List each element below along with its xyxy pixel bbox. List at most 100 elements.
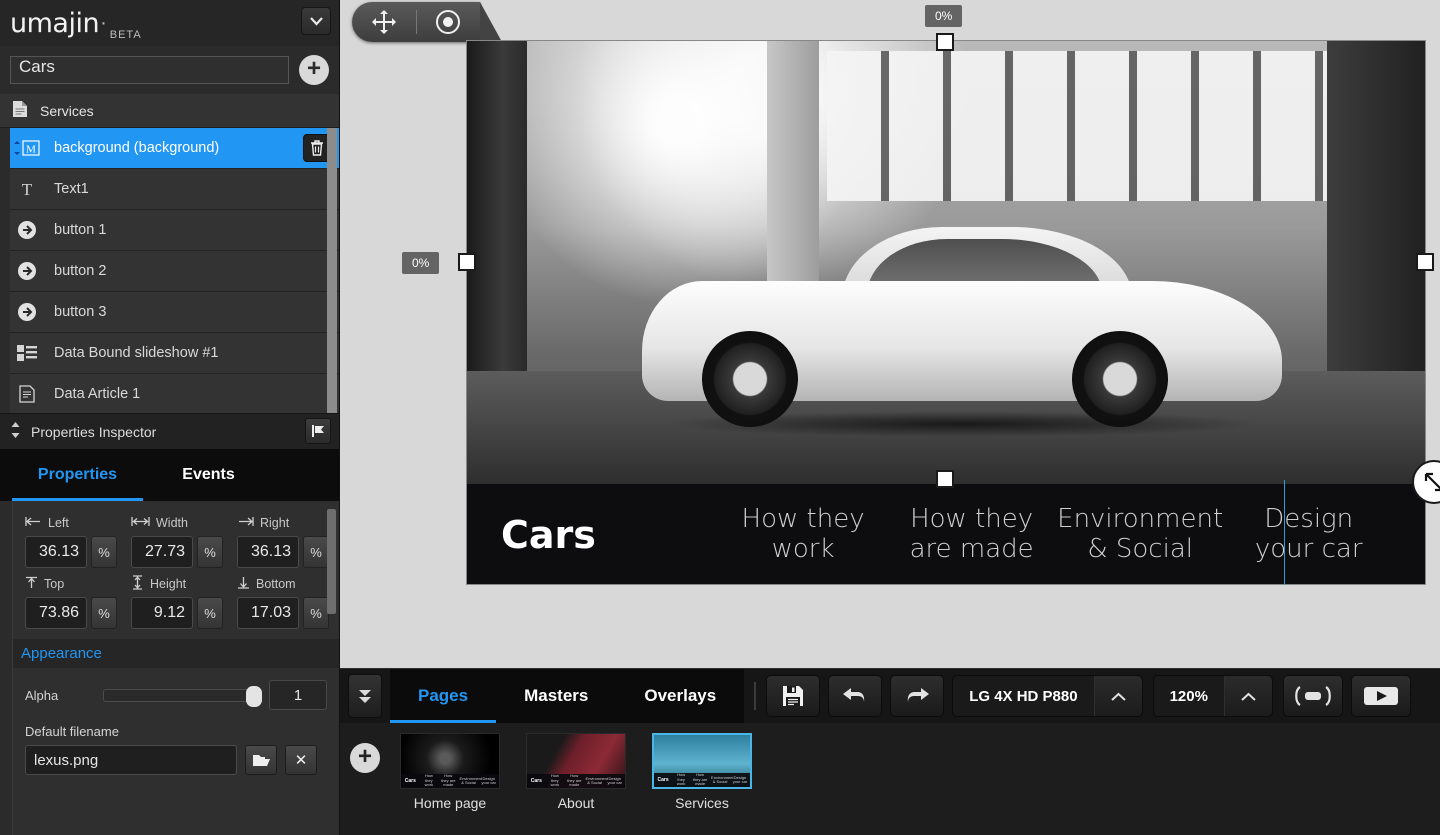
thumb-nav-item: How they are made xyxy=(566,774,582,787)
right-input[interactable]: 36.13 xyxy=(237,536,299,568)
field-right: Right 36.13 % xyxy=(237,515,329,568)
svg-text:T: T xyxy=(22,180,33,198)
bottom-unit-button[interactable]: % xyxy=(303,597,329,629)
top-unit-button[interactable]: % xyxy=(91,597,117,629)
button-arrow-icon xyxy=(14,302,40,322)
page-thumb-image[interactable]: Cars How they work How they are made Env… xyxy=(652,733,752,789)
current-page-row[interactable]: Services xyxy=(0,94,339,128)
field-width: Width 27.73 % xyxy=(131,515,223,568)
rotate-device-icon[interactable] xyxy=(1283,675,1343,717)
left-input[interactable]: 36.13 xyxy=(25,536,87,568)
pin-icon[interactable] xyxy=(305,418,331,444)
layer-item-button-3[interactable]: button 3 xyxy=(10,292,339,333)
play-preview-icon[interactable] xyxy=(1351,675,1411,717)
page-thumb-home-page[interactable]: Cars How they work How they are made Env… xyxy=(400,733,500,811)
layer-label: background (background) xyxy=(54,140,219,156)
thumb-nav-item: How they are made xyxy=(692,773,708,786)
tab-pages[interactable]: Pages xyxy=(390,669,496,723)
top-input[interactable]: 73.86 xyxy=(25,597,87,629)
project-name-input[interactable]: Cars xyxy=(10,56,289,84)
bottom-input[interactable]: 17.03 xyxy=(237,597,299,629)
slideshow-icon xyxy=(14,345,40,361)
target-circle-icon[interactable] xyxy=(417,9,481,35)
selection-handle-right[interactable] xyxy=(1416,253,1434,271)
save-button[interactable] xyxy=(766,675,820,717)
field-top-label: Top xyxy=(25,576,117,592)
page-thumb-image[interactable]: Cars How they work How they are made Env… xyxy=(526,733,626,789)
close-x-icon[interactable]: ✕ xyxy=(285,745,317,775)
layer-item-background[interactable]: M background (background) xyxy=(10,128,339,169)
folder-open-icon[interactable] xyxy=(245,745,277,775)
field-height-label: Height xyxy=(131,576,223,592)
selection-handle-left[interactable] xyxy=(458,253,476,271)
layer-list-scrollbar[interactable] xyxy=(327,128,337,413)
layer-item-data-article[interactable]: Data Article 1 xyxy=(10,374,339,413)
button-arrow-icon xyxy=(14,261,40,281)
updown-arrows-icon[interactable] xyxy=(10,422,21,441)
thumb-nav-item: How they are made xyxy=(440,774,456,787)
double-chevron-down-icon[interactable] xyxy=(348,674,382,718)
svg-text:M: M xyxy=(26,144,36,156)
page-thumb-services[interactable]: Cars How they work How they are made Env… xyxy=(652,733,752,811)
properties-inspector-title: Properties Inspector xyxy=(31,424,156,440)
nav-item-how-they-are-made[interactable]: How theyare made xyxy=(887,505,1056,565)
background-image[interactable] xyxy=(467,41,1426,484)
redo-button[interactable] xyxy=(890,675,944,717)
layers-panel: Services M background (background) xyxy=(0,94,339,413)
tab-properties-label: Properties xyxy=(38,466,117,484)
height-input[interactable]: 9.12 xyxy=(131,597,193,629)
thumb-nav-item: Design your car xyxy=(607,777,623,786)
width-unit-button[interactable]: % xyxy=(197,536,223,568)
selection-handle-bottom[interactable] xyxy=(936,470,954,488)
pages-strip: + Cars How they work How they are made E… xyxy=(340,723,1440,835)
chevron-up-icon[interactable] xyxy=(1094,676,1142,716)
selection-handle-top[interactable] xyxy=(936,33,954,51)
alpha-slider[interactable] xyxy=(103,689,259,702)
nav-item-how-they-work[interactable]: How theywork xyxy=(719,505,888,565)
thumb-nav-item: How they work xyxy=(547,774,563,787)
thumb-navbar: Cars How they work How they are made Env… xyxy=(527,774,625,788)
move-arrows-icon[interactable] xyxy=(352,9,416,35)
add-project-button[interactable]: + xyxy=(299,55,329,85)
tab-properties[interactable]: Properties xyxy=(12,449,143,501)
left-unit-button[interactable]: % xyxy=(91,536,117,568)
tab-events[interactable]: Events xyxy=(143,449,274,501)
layer-label: Data Article 1 xyxy=(54,386,140,402)
page-thumb-about[interactable]: Cars How they work How they are made Env… xyxy=(526,733,626,811)
thumb-nav-item: Environment & Social xyxy=(460,777,478,786)
inspector-tabs: Properties Events xyxy=(0,449,339,501)
width-input[interactable]: 27.73 xyxy=(131,536,193,568)
layer-item-button-1[interactable]: button 1 xyxy=(10,210,339,251)
layer-label: button 1 xyxy=(54,222,106,238)
nav-item-design-your-car[interactable]: Designyour car xyxy=(1224,505,1393,565)
tab-masters[interactable]: Masters xyxy=(496,669,616,723)
thumb-nav-item: How they work xyxy=(421,774,437,787)
bottom-bar: Pages Masters Overlays LG 4X HD P8 xyxy=(340,668,1440,835)
right-unit-button[interactable]: % xyxy=(303,536,329,568)
project-bar: Cars + xyxy=(0,46,339,94)
page-thumb-label: Home page xyxy=(400,795,500,811)
layer-item-button-2[interactable]: button 2 xyxy=(10,251,339,292)
zoom-selector[interactable]: 120% xyxy=(1153,675,1273,717)
tab-overlays[interactable]: Overlays xyxy=(616,669,744,723)
width-arrows-icon xyxy=(131,516,150,530)
device-selector[interactable]: LG 4X HD P880 xyxy=(952,675,1142,717)
canvas-tool-pill xyxy=(352,2,480,42)
add-page-button[interactable]: + xyxy=(350,743,380,773)
layer-list[interactable]: M background (background) T Text1 xyxy=(0,128,339,413)
alpha-slider-thumb[interactable] xyxy=(246,686,262,707)
alpha-value-input[interactable]: 1 xyxy=(269,680,327,710)
thumb-brand: Cars xyxy=(529,778,544,784)
height-unit-button[interactable]: % xyxy=(197,597,223,629)
nav-item-environment-social[interactable]: Environment& Social xyxy=(1056,505,1225,565)
properties-scrollbar[interactable] xyxy=(327,509,336,614)
default-filename-input[interactable]: lexus.png xyxy=(25,745,237,775)
app-logo: umajin xyxy=(10,10,99,37)
layer-item-slideshow[interactable]: Data Bound slideshow #1 xyxy=(10,333,339,374)
page-thumb-image[interactable]: Cars How they work How they are made Env… xyxy=(400,733,500,789)
chevron-up-icon[interactable] xyxy=(1224,676,1272,716)
device-preview-frame[interactable]: Cars How theywork How theyare made Envir… xyxy=(466,40,1426,585)
layer-item-text1[interactable]: T Text1 xyxy=(10,169,339,210)
chevron-down-icon[interactable] xyxy=(301,7,331,35)
undo-button[interactable] xyxy=(828,675,882,717)
